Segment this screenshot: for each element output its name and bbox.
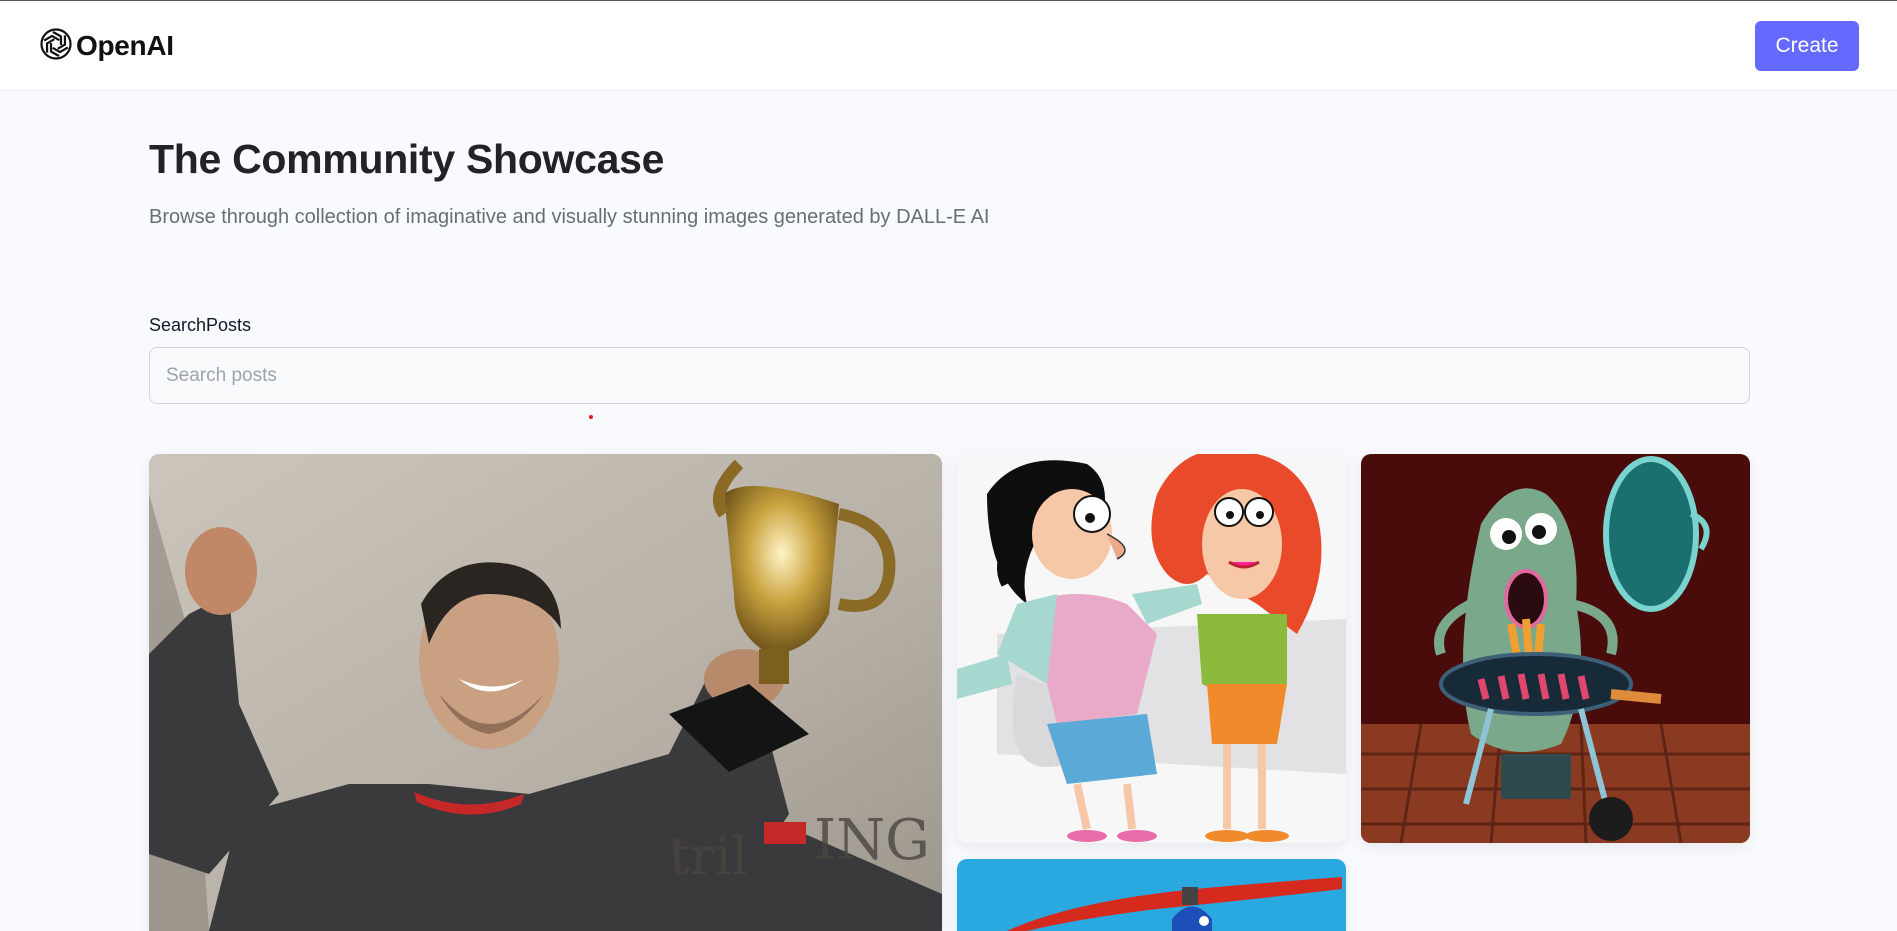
- page-title: The Community Showcase: [149, 136, 665, 182]
- pickle-grill-image[interactable]: [1361, 454, 1750, 843]
- search-input[interactable]: [149, 347, 1750, 404]
- cartoon-women-image[interactable]: [957, 454, 1346, 843]
- logo-text: OpenAI: [76, 30, 174, 61]
- cartoon-helicopter-image[interactable]: [957, 859, 1346, 931]
- cursor-dot: [589, 415, 593, 419]
- svg-text:tril: tril: [669, 827, 748, 887]
- create-button[interactable]: Create: [1755, 21, 1859, 71]
- brand-logo[interactable]: OpenAI: [38, 26, 174, 67]
- page-subtitle: Browse through collection of imaginative…: [149, 206, 990, 228]
- search-label: SearchPosts: [149, 315, 252, 335]
- openai-logo-icon: [38, 26, 74, 67]
- wall-text: ING: [814, 808, 930, 873]
- trophy-man-image[interactable]: tril ING: [149, 454, 942, 931]
- app-header: OpenAI Create: [0, 1, 1897, 91]
